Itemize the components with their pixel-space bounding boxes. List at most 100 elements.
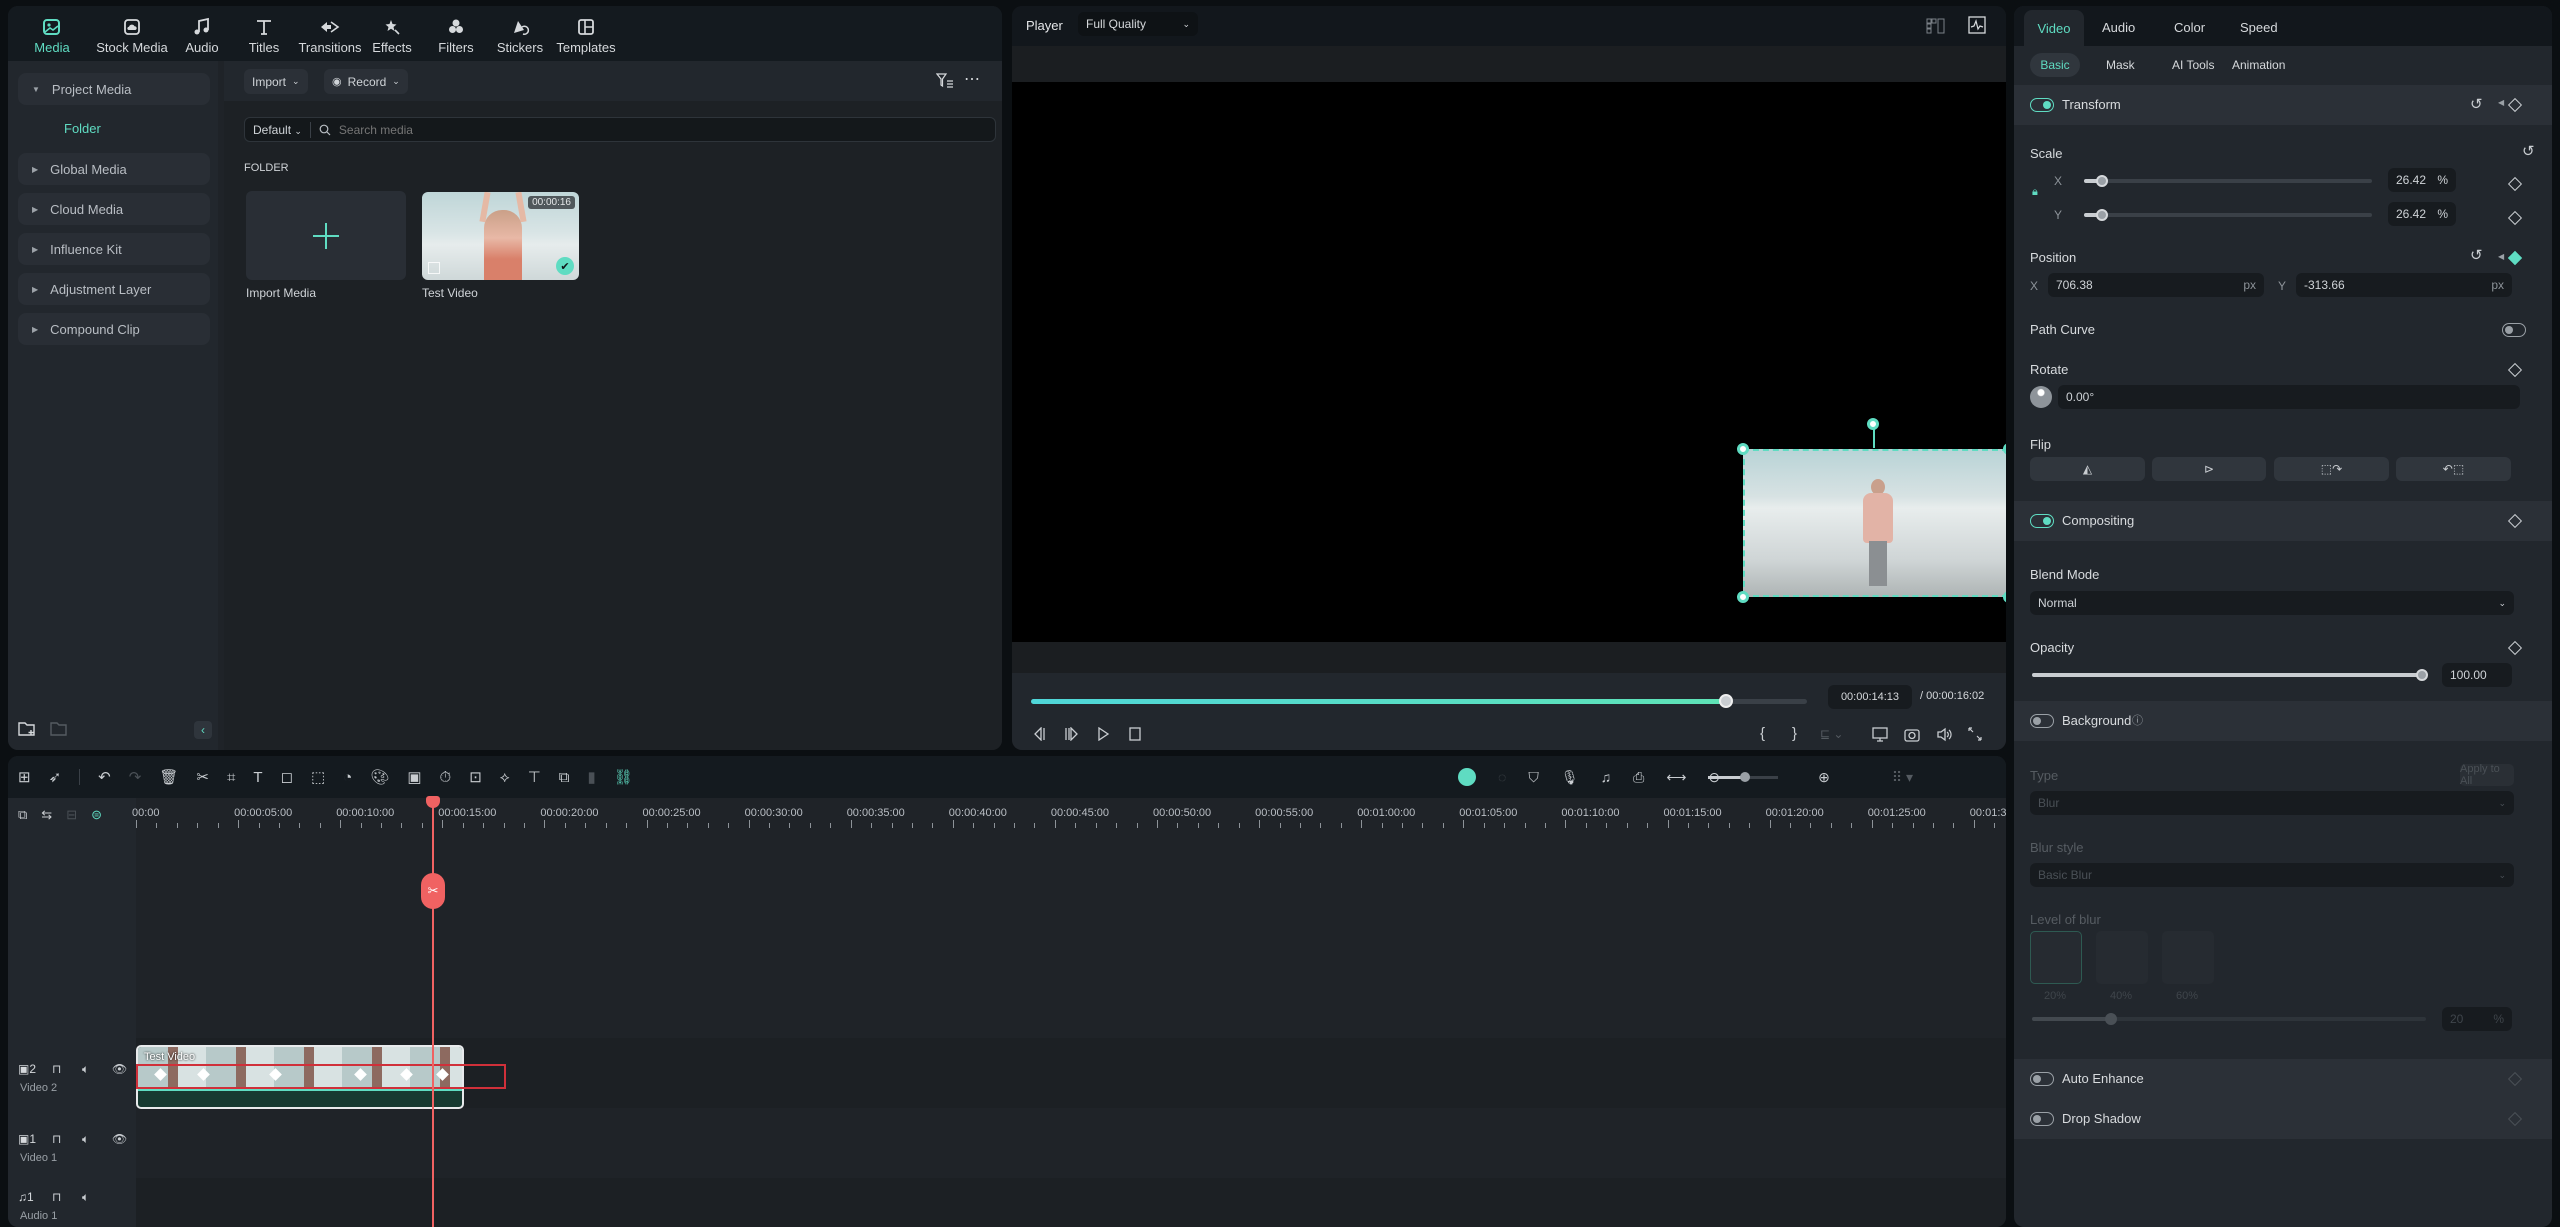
filter-sort-icon[interactable]	[936, 73, 954, 89]
sidebar-item-adjustment-layer[interactable]: ▶ Adjustment Layer	[18, 273, 210, 305]
blur-level-option[interactable]	[2096, 931, 2148, 984]
link-track-icon[interactable]: ⇆	[41, 807, 52, 823]
track-layout-icon[interactable]: ⠿ ▾	[1892, 769, 1913, 786]
slider-knob[interactable]	[2416, 669, 2428, 681]
rotate-input[interactable]: 0.00°	[2058, 385, 2520, 409]
ai-keyframe-icon[interactable]: ⟡	[500, 769, 510, 786]
next-frame-icon[interactable]	[1064, 727, 1080, 741]
select-arrow-icon[interactable]: ➶	[49, 768, 62, 786]
tab-stickers[interactable]: Stickers	[490, 14, 550, 62]
slider-knob[interactable]	[2104, 1013, 2117, 1025]
prev-keyframe-icon[interactable]: ◀	[2498, 98, 2504, 107]
stop-icon[interactable]	[1128, 727, 1142, 741]
opacity-input[interactable]: 100.00	[2442, 663, 2512, 687]
mute-track-icon[interactable]: 🔈︎	[82, 1132, 89, 1147]
translate-icon[interactable]: ⧉	[559, 769, 570, 786]
resize-handle-tl[interactable]	[1737, 443, 1749, 455]
mark-in-icon[interactable]: {	[1760, 725, 1765, 742]
mute-track-icon[interactable]: 🔈︎	[82, 1062, 89, 1077]
background-section-header[interactable]: Background ⓘ	[2014, 701, 2552, 741]
resize-handle-bl[interactable]	[1737, 591, 1749, 603]
rotate-dial[interactable]	[2030, 386, 2052, 408]
eye-visible-icon[interactable]: 👁︎	[112, 1132, 127, 1146]
keyframe-diamond-icon[interactable]	[2507, 176, 2523, 192]
flip-vertical-button[interactable]: ⊳	[2152, 457, 2266, 481]
sidebar-item-cloud-media[interactable]: ▶ Cloud Media	[18, 193, 210, 225]
tab-audio[interactable]: Audio	[2102, 20, 2135, 35]
display-icon[interactable]	[1872, 727, 1888, 742]
auto-enhance-toggle[interactable]	[2030, 1072, 2054, 1086]
keyframe-diamond-icon[interactable]	[2507, 513, 2523, 529]
play-icon[interactable]	[1096, 727, 1110, 741]
mute-track-icon[interactable]: 🔈︎	[82, 1190, 89, 1205]
group-icon[interactable]: ⊟	[66, 807, 77, 823]
sidebar-item-influence-kit[interactable]: ▶ Influence Kit	[18, 233, 210, 265]
current-time[interactable]: 00:00:14:13	[1828, 685, 1912, 709]
tab-color[interactable]: Color	[2174, 20, 2205, 35]
compositing-toggle[interactable]	[2030, 514, 2054, 528]
redo-icon[interactable]: ↷	[129, 768, 142, 786]
tab-audio[interactable]: Audio	[172, 14, 232, 62]
position-x-input[interactable]: 706.38 px	[2048, 273, 2264, 297]
selection-box[interactable]	[1743, 449, 2006, 597]
sidebar-item-global-media[interactable]: ▶ Global Media	[18, 153, 210, 185]
delete-folder-icon[interactable]	[50, 721, 68, 737]
zoom-slider[interactable]	[1708, 772, 1778, 782]
lock-ratio-icon[interactable]: 🔒︎	[2032, 186, 2038, 199]
rotate-handle[interactable]	[1867, 418, 1879, 430]
freeze-frame-icon[interactable]: ▣	[407, 768, 421, 786]
drop-shadow-toggle[interactable]	[2030, 1112, 2054, 1126]
scale-x-slider[interactable]	[2084, 175, 2372, 187]
tab-titles[interactable]: Titles	[234, 14, 294, 62]
keyframe-diamond-icon[interactable]	[2507, 640, 2523, 656]
tab-stock-media[interactable]: Stock Media	[92, 14, 172, 62]
video-preview[interactable]	[1012, 82, 2006, 642]
lock-track-icon[interactable]: ⊓	[52, 1190, 61, 1204]
slider-knob[interactable]	[2096, 175, 2109, 187]
ai-assistant-icon[interactable]	[1458, 768, 1476, 786]
blur-level-option[interactable]	[2162, 931, 2214, 984]
insert-clip-icon[interactable]: ⊑ ⌄	[1820, 727, 1843, 741]
grid-layout-icon[interactable]	[1926, 18, 1946, 34]
blur-level-slider[interactable]	[2032, 1013, 2426, 1025]
import-media-tile[interactable]	[246, 191, 406, 280]
keyframe-diamond-icon[interactable]	[2507, 362, 2523, 378]
sidebar-item-project-media[interactable]: ▼ Project Media	[18, 73, 210, 105]
opacity-slider[interactable]	[2032, 669, 2428, 681]
lock-track-icon[interactable]: ⊓	[52, 1132, 61, 1146]
speed-icon[interactable]: ◔	[343, 769, 352, 786]
blur-level-option[interactable]	[2030, 931, 2082, 984]
marker-icon[interactable]: ⛉	[1528, 769, 1539, 786]
lock-track-icon[interactable]: ⊓	[52, 1062, 61, 1076]
subtab-animation[interactable]: Animation	[2232, 58, 2285, 72]
tab-templates[interactable]: Templates	[552, 14, 620, 62]
keyframe-diamond-icon[interactable]	[2507, 97, 2523, 113]
zoom-in-icon[interactable]: ⊕	[1818, 769, 1830, 786]
tab-speed[interactable]: Speed	[2240, 20, 2278, 35]
microphone-icon[interactable]: 🎙︎	[1561, 769, 1579, 786]
keyframe-diamond-icon[interactable]	[2507, 1071, 2523, 1087]
sidebar-item-compound-clip[interactable]: ▶ Compound Clip	[18, 313, 210, 345]
record-button[interactable]: ◉ Record ⌄	[324, 69, 408, 94]
snapshot-track-icon[interactable]: ⎙	[1633, 769, 1644, 786]
undo-icon[interactable]: ↶	[98, 768, 111, 786]
blend-mode-dropdown[interactable]: Normal ⌄	[2030, 591, 2514, 615]
scale-x-input[interactable]: 26.42%	[2388, 168, 2456, 192]
tab-filters[interactable]: Filters	[426, 14, 486, 62]
link-icon[interactable]: ⛓︎	[614, 768, 633, 786]
playback-progress[interactable]	[1031, 694, 1807, 708]
blur-level-input[interactable]: 20%	[2442, 1007, 2512, 1031]
keyframe-diamond-icon[interactable]	[2507, 210, 2523, 226]
resize-handle-br[interactable]	[2003, 591, 2006, 603]
waveform-monitor-icon[interactable]	[1968, 16, 1986, 34]
text-to-speech-icon[interactable]: ⊤	[528, 768, 541, 786]
subtab-basic[interactable]: Basic	[2030, 53, 2080, 77]
color-palette-icon[interactable]: 🎨︎	[370, 768, 389, 786]
position-y-input[interactable]: -313.66 px	[2296, 273, 2512, 297]
test-video-thumbnail[interactable]: 00:00:16 ✔	[422, 192, 579, 280]
timeline-ruler[interactable]: 00:00 00:00:05:00 00:00:10:00 00:00:15:00 00…	[132, 798, 2006, 828]
layout-icon[interactable]: ⊞	[18, 768, 31, 786]
scale-y-slider[interactable]	[2084, 209, 2372, 221]
compositing-section-header[interactable]: Compositing	[2014, 501, 2552, 541]
reset-icon[interactable]: ↺	[2470, 95, 2483, 113]
